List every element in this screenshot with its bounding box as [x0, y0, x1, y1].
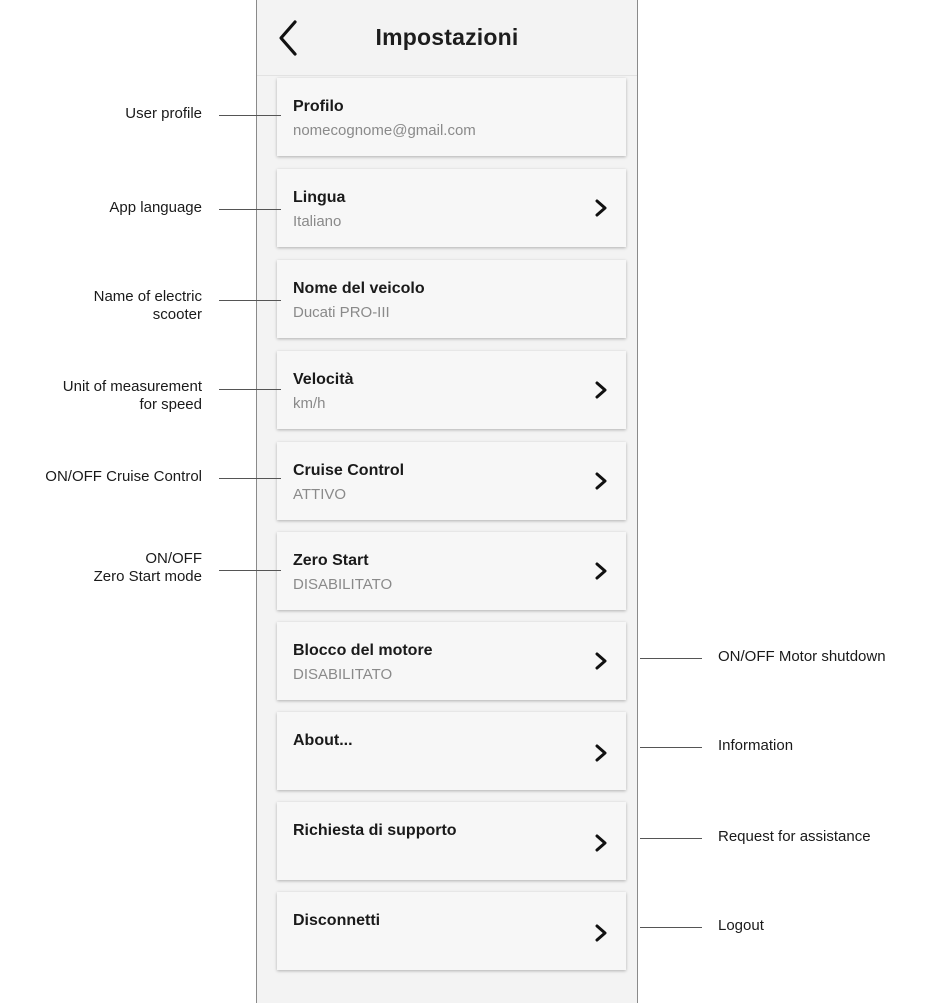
annotation-leader-line [219, 570, 281, 571]
annotation-zero-start: ON/OFF Zero Start mode [93, 550, 202, 585]
setting-label: Nome del veicolo [293, 280, 425, 297]
annotation-information: Information [718, 737, 794, 754]
setting-language[interactable]: Lingua Italiano [277, 169, 626, 247]
annotation-leader-line [640, 927, 702, 928]
phone-screen: Impostazioni Profilo nomecognome@gmail.c… [256, 0, 638, 1003]
setting-label: Lingua [293, 189, 346, 206]
setting-cruise-control[interactable]: Cruise Control ATTIVO [277, 442, 626, 520]
setting-vehicle-name[interactable]: Nome del veicolo Ducati PRO-III [277, 260, 626, 338]
setting-value: DISABILITATO [293, 666, 393, 683]
chevron-right-icon [595, 744, 607, 762]
setting-zero-start[interactable]: Zero Start DISABILITATO [277, 532, 626, 610]
annotation-motor-shutdown: ON/OFF Motor shutdown [718, 648, 886, 665]
setting-label: Blocco del motore [293, 642, 433, 659]
setting-support-request[interactable]: Richiesta di supporto [277, 802, 626, 880]
setting-value: Ducati PRO-III [293, 304, 390, 321]
chevron-right-icon [595, 472, 607, 490]
annotation-app-language: App language [109, 199, 202, 216]
setting-value: km/h [293, 395, 326, 412]
annotation-leader-line [640, 838, 702, 839]
setting-profile[interactable]: Profilo nomecognome@gmail.com [277, 78, 626, 156]
chevron-right-icon [595, 834, 607, 852]
chevron-right-icon [595, 924, 607, 942]
setting-about[interactable]: About... [277, 712, 626, 790]
chevron-right-icon [595, 562, 607, 580]
annotation-logout: Logout [718, 917, 764, 934]
annotation-leader-line [640, 658, 702, 659]
annotation-vehicle-name: Name of electric scooter [93, 288, 202, 323]
setting-value: DISABILITATO [293, 576, 393, 593]
setting-label: Profilo [293, 98, 344, 115]
setting-label: Zero Start [293, 552, 369, 569]
setting-value: ATTIVO [293, 486, 347, 503]
chevron-right-icon [595, 652, 607, 670]
chevron-right-icon [595, 199, 607, 217]
annotation-assistance: Request for assistance [718, 828, 871, 845]
annotation-user-profile: User profile [125, 105, 202, 122]
setting-speed-unit[interactable]: Velocità km/h [277, 351, 626, 429]
annotation-leader-line [219, 115, 281, 116]
setting-label: Richiesta di supporto [293, 822, 457, 839]
setting-logout[interactable]: Disconnetti [277, 892, 626, 970]
chevron-right-icon [595, 381, 607, 399]
setting-label: Velocità [293, 371, 354, 388]
page-title: Impostazioni [375, 24, 519, 50]
setting-label: Disconnetti [293, 912, 381, 929]
app-bar: Impostazioni [257, 0, 637, 76]
setting-value: Italiano [293, 213, 342, 230]
annotation-leader-line [219, 478, 281, 479]
setting-label: Cruise Control [293, 462, 405, 479]
annotation-cruise-control: ON/OFF Cruise Control [45, 468, 202, 485]
setting-value: nomecognome@gmail.com [293, 122, 476, 139]
setting-label: About... [293, 732, 353, 749]
setting-motor-lock[interactable]: Blocco del motore DISABILITATO [277, 622, 626, 700]
annotation-leader-line [219, 389, 281, 390]
annotation-leader-line [640, 747, 702, 748]
annotation-leader-line [219, 300, 281, 301]
annotation-speed-unit: Unit of measurement for speed [62, 378, 202, 413]
annotation-leader-line [219, 209, 281, 210]
